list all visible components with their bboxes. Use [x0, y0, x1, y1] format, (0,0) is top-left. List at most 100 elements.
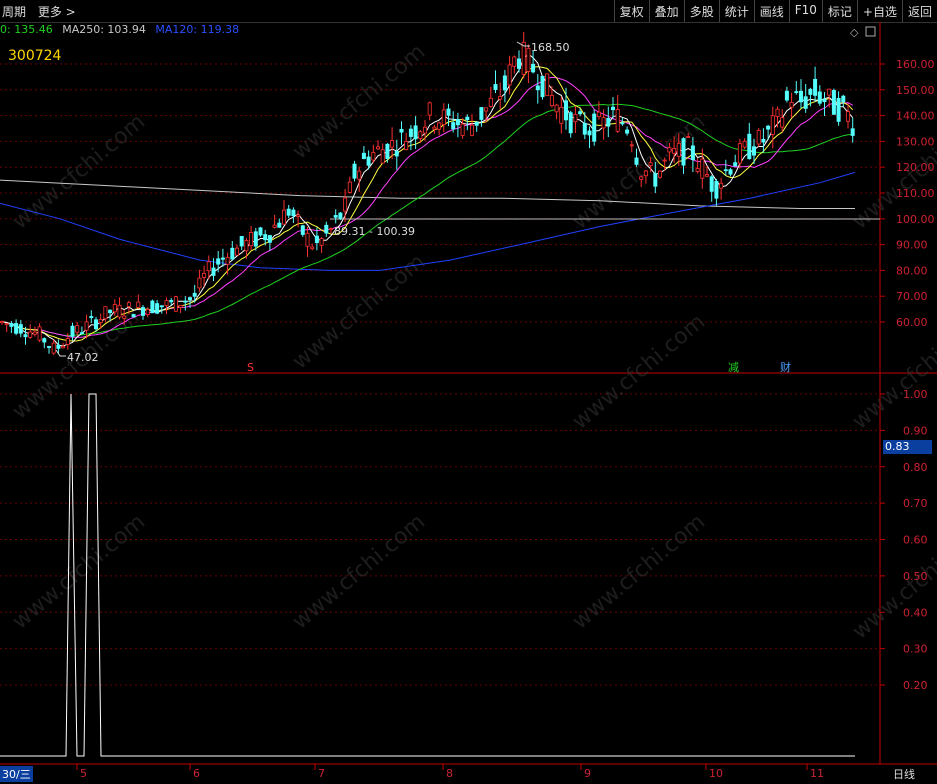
candle-body [352, 163, 357, 179]
candle-body [526, 47, 531, 72]
panel-toggle-icon[interactable] [865, 26, 876, 37]
month-tick-label: 9 [584, 767, 591, 780]
month-tick-label: 6 [193, 767, 200, 780]
candle-body [37, 326, 42, 341]
candle-body [14, 323, 19, 334]
candle-body [230, 247, 235, 260]
candle-body [23, 334, 28, 338]
chart-canvas[interactable]: www.cfchi.com www.cfchi.com www.cfchi.com w… [0, 0, 937, 784]
candle-body [286, 208, 291, 216]
candle-body [366, 156, 371, 166]
candle-body [747, 133, 752, 160]
candle-body [98, 319, 103, 324]
candle-body [333, 214, 338, 218]
ma10-line [1, 66, 854, 342]
candle-body [455, 119, 460, 126]
watermark-text: www.cfchi.com [8, 109, 150, 234]
price-tick-label: 60.00 [896, 316, 928, 329]
low-pointer [55, 349, 66, 357]
candle-body [582, 122, 587, 135]
indicator-tick-label: 0.70 [903, 497, 928, 510]
candle-body [140, 307, 145, 316]
candle-body [653, 173, 658, 187]
candle-body [507, 64, 512, 86]
candle-body [413, 125, 418, 140]
candle-body [150, 300, 155, 314]
candle-body [705, 174, 710, 177]
candle-body [465, 116, 470, 121]
time-axis: 5 6 7 8 9 10 11 [76, 764, 824, 780]
candle-body [18, 324, 23, 334]
candle-body [488, 97, 493, 107]
indicator-current-value: 0.83 [883, 440, 932, 454]
reduce-marker[interactable]: 减 [728, 361, 739, 374]
candle-body [643, 170, 648, 177]
candle-body [371, 152, 376, 161]
candle-body [112, 304, 117, 313]
candle-body [596, 111, 601, 118]
candle-body [648, 162, 653, 167]
candle-body [234, 247, 239, 256]
indicator-tick-label: 0.40 [903, 606, 928, 619]
candle-body [850, 128, 855, 136]
range-label: 89.31 - 100.39 [334, 225, 415, 238]
price-grid [0, 63, 880, 323]
candle-body [211, 267, 216, 276]
candle-body [70, 325, 75, 337]
price-tick-label: 80.00 [896, 264, 928, 277]
candle-body [761, 138, 766, 143]
price-tick-label: 110.00 [896, 187, 935, 200]
candle-body [723, 169, 728, 172]
candle-body [404, 141, 409, 151]
candle-body [328, 228, 333, 231]
candle-body [197, 277, 202, 289]
candle-body [831, 90, 836, 115]
candle-body [564, 100, 569, 121]
candle-body [192, 292, 197, 297]
indicator-line [0, 393, 855, 757]
candle-body [686, 136, 691, 139]
candle-body [606, 118, 611, 127]
candle-body [700, 158, 705, 179]
candle-body [446, 108, 451, 116]
candle-body [521, 41, 526, 75]
price-tick-label: 140.00 [896, 110, 935, 123]
candle-body [4, 323, 9, 326]
candle-body [813, 78, 818, 96]
candle-body [531, 63, 536, 73]
diamond-icon[interactable]: ◇ [850, 26, 859, 39]
candle-body [65, 338, 70, 345]
candle-body [253, 231, 258, 247]
candle-body [611, 106, 616, 111]
price-tick-label: 70.00 [896, 290, 928, 303]
candle-body [817, 91, 822, 104]
candle-body [559, 106, 564, 124]
indicator-tick-label: 0.20 [903, 679, 928, 692]
candle-body [427, 102, 432, 116]
candle-body [239, 235, 244, 247]
candle-body [164, 300, 169, 307]
candle-body [28, 331, 33, 338]
candle-body [808, 88, 813, 95]
candle-body [94, 319, 99, 330]
candle-body [385, 143, 390, 159]
candle-body [658, 170, 663, 178]
s-marker[interactable]: S [247, 361, 254, 374]
candle-body [225, 257, 230, 265]
candle-body [305, 232, 310, 247]
period-label[interactable]: 日线 [893, 766, 915, 782]
candle-body [451, 122, 456, 130]
candle-body [578, 111, 583, 115]
candle-body [690, 145, 695, 161]
candle-body [799, 90, 804, 103]
candle-body [394, 151, 399, 157]
month-tick-label: 11 [810, 767, 824, 780]
finance-marker[interactable]: 财 [780, 360, 791, 374]
date-cursor-label: 30/三 [0, 766, 33, 782]
candle-body [672, 148, 677, 154]
candle-body [61, 345, 66, 349]
candle-body [131, 314, 136, 318]
candle-body [549, 94, 554, 107]
candle-body [498, 96, 503, 100]
candle-body [681, 138, 686, 166]
